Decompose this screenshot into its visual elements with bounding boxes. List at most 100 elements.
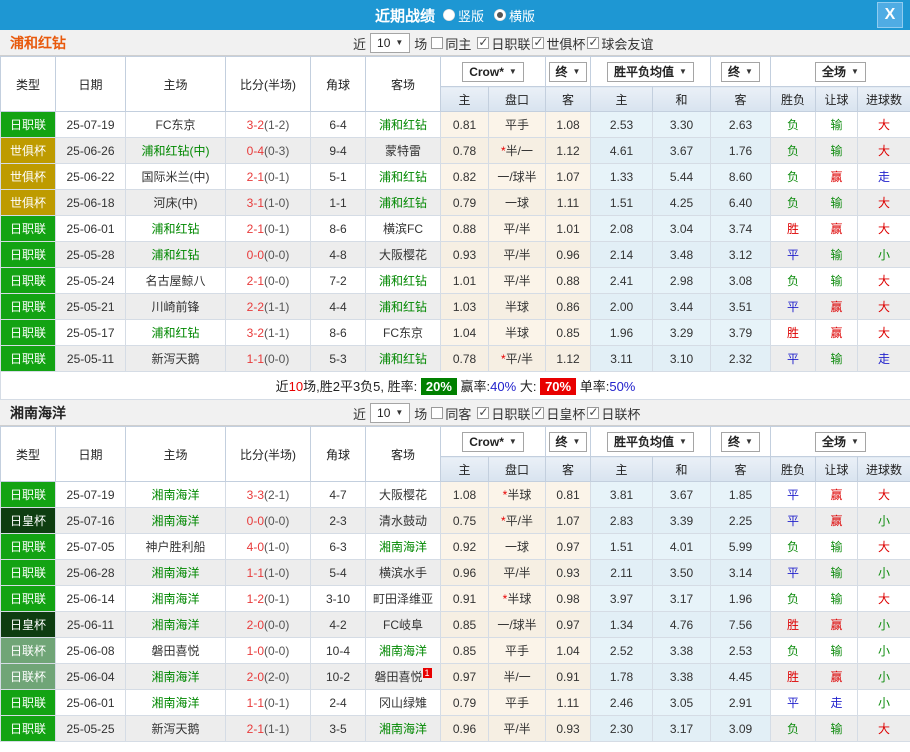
- league-filter[interactable]: 日联杯: [587, 404, 640, 423]
- league-checkbox[interactable]: [477, 405, 490, 419]
- odds-period-select[interactable]: 终 ▼: [548, 61, 588, 82]
- col-type: 日职联: [0, 293, 56, 320]
- result-handicap: 赢: [815, 319, 858, 346]
- home-team: 浦和红钻: [125, 319, 226, 346]
- mean-home: 1.96: [590, 319, 653, 346]
- home-team: 湘南海洋: [125, 481, 226, 508]
- summary-prefix: 近: [275, 379, 289, 394]
- scope-select[interactable]: 全场 ▼: [815, 61, 866, 82]
- chevron-down-icon: ▼: [395, 408, 404, 417]
- same-venue-filter[interactable]: 同客: [431, 404, 471, 423]
- result-handicap: 输: [815, 345, 858, 372]
- mean-source-select[interactable]: 胜平负均值 ▼: [607, 61, 694, 82]
- score: 3-1(1-0): [225, 189, 311, 216]
- chevron-down-icon: ▼: [508, 66, 517, 76]
- mean-period-select[interactable]: 终 ▼: [721, 431, 760, 452]
- odds-home: 1.08: [440, 481, 489, 508]
- away-team: 浦和红钻: [365, 267, 441, 294]
- result-wdl: 平: [770, 507, 816, 534]
- col-type: 日职联: [0, 689, 56, 716]
- col-date: 25-05-11: [55, 345, 126, 372]
- match-count-select[interactable]: 10 ▼: [370, 33, 411, 53]
- chevron-down-icon: ▼: [745, 436, 753, 446]
- result-wdl: 负: [770, 189, 816, 216]
- odds-away: 0.86: [545, 293, 591, 320]
- mean-home: 2.46: [590, 689, 653, 716]
- league-filter[interactable]: 日职联: [477, 34, 530, 53]
- league-filter[interactable]: 日职联: [477, 404, 530, 423]
- chevron-down-icon: ▼: [572, 436, 581, 446]
- same-venue-filter[interactable]: 同主: [431, 34, 471, 53]
- close-button[interactable]: X: [877, 2, 903, 28]
- same-venue-checkbox[interactable]: [431, 37, 444, 49]
- mean-home: 1.34: [590, 611, 653, 638]
- corners: 4-4: [310, 293, 366, 320]
- matches-label: 场: [414, 36, 428, 52]
- scope-select[interactable]: 全场 ▼: [815, 431, 866, 452]
- odds-away: 0.91: [545, 663, 591, 690]
- league-filter[interactable]: 日皇杯: [532, 404, 585, 423]
- mean-period-cell: 终 ▼: [710, 426, 771, 457]
- league-filter[interactable]: 世俱杯: [532, 34, 585, 53]
- odds-source-value: Crow*: [469, 434, 504, 449]
- league-checkbox[interactable]: [587, 35, 600, 49]
- away-team: 浦和红钻: [365, 111, 441, 138]
- sub-result-handicap: 让球: [815, 456, 858, 482]
- odds-away: 0.85: [545, 319, 591, 346]
- league-checkbox[interactable]: [532, 35, 545, 49]
- result-goals: 小: [857, 689, 910, 716]
- match-filters: 近 10 ▼ 场 同主 日职联世俱杯球会友谊: [353, 30, 653, 56]
- odds-source-cell: Crow* ▼: [440, 56, 546, 87]
- radio-icon[interactable]: [442, 9, 455, 21]
- score: 1-1(0-1): [225, 689, 311, 716]
- odds-home: 0.85: [440, 637, 489, 664]
- odds-away: 1.01: [545, 215, 591, 242]
- col-date: 25-05-17: [55, 319, 126, 346]
- odds-source-select[interactable]: Crow* ▼: [462, 431, 524, 452]
- odds-period-select[interactable]: 终 ▼: [548, 431, 588, 452]
- match-count-select[interactable]: 10 ▼: [370, 403, 411, 423]
- corners: 4-8: [310, 241, 366, 268]
- sub-mean-away: 客: [710, 456, 771, 482]
- mean-away: 2.63: [710, 111, 771, 138]
- league-label: 日职联: [491, 36, 531, 52]
- result-handicap: 赢: [815, 663, 858, 690]
- result-wdl: 平: [770, 241, 816, 268]
- sub-mean-home: 主: [590, 86, 653, 112]
- odds-away: 0.81: [545, 481, 591, 508]
- handicap: 一球: [488, 533, 546, 560]
- mean-draw: 3.48: [652, 241, 711, 268]
- away-team: 磐田喜悦 1: [365, 663, 441, 690]
- corners: 5-4: [310, 559, 366, 586]
- radio-icon[interactable]: [494, 9, 506, 21]
- team-section: 湘南海洋 近 10▼ 场 同客 日职联日皇杯日联杯 类型 日期 主场: [0, 400, 910, 742]
- layout-radio-option[interactable]: 横版: [494, 6, 535, 25]
- col-type: 日职联: [0, 533, 56, 560]
- match-row: 日职联 25-05-11 新泻天鹅 1-1(0-0) 5-3 浦和红钻 0.78 *平/半 1.…: [0, 345, 910, 372]
- home-team: 磐田喜悦: [125, 637, 226, 664]
- chevron-down-icon: ▼: [679, 66, 687, 76]
- col-date: 25-05-28: [55, 241, 126, 268]
- mean-away: 3.09: [710, 715, 771, 742]
- odds-home: 0.81: [440, 111, 489, 138]
- league-checkbox[interactable]: [532, 405, 545, 419]
- same-venue-checkbox[interactable]: [431, 407, 444, 419]
- col-date: 25-07-19: [55, 481, 126, 508]
- score: 2-1(0-1): [225, 215, 311, 242]
- mean-source-select[interactable]: 胜平负均值 ▼: [607, 431, 694, 452]
- league-filter[interactable]: 球会友谊: [587, 34, 653, 53]
- league-checkbox[interactable]: [587, 405, 600, 419]
- mean-draw: 3.44: [652, 293, 711, 320]
- mean-source-cell: 胜平负均值 ▼: [590, 56, 711, 87]
- chevron-down-icon: ▼: [572, 66, 581, 76]
- result-handicap: 输: [815, 241, 858, 268]
- col-date-header: 日期: [55, 56, 126, 112]
- layout-radio-option[interactable]: 竖版: [442, 6, 484, 25]
- league-checkbox[interactable]: [477, 35, 490, 49]
- odds-source-select[interactable]: Crow* ▼: [462, 61, 524, 82]
- result-wdl: 负: [770, 111, 816, 138]
- table-header: 类型 日期 主场 比分(半场) 角球 客场 Crow* ▼ 终 ▼ 胜平负均值 ▼: [0, 56, 910, 112]
- mean-period-select[interactable]: 终 ▼: [721, 61, 760, 82]
- col-type: 日职联: [0, 345, 56, 372]
- sub-odds-home: 主: [440, 456, 489, 482]
